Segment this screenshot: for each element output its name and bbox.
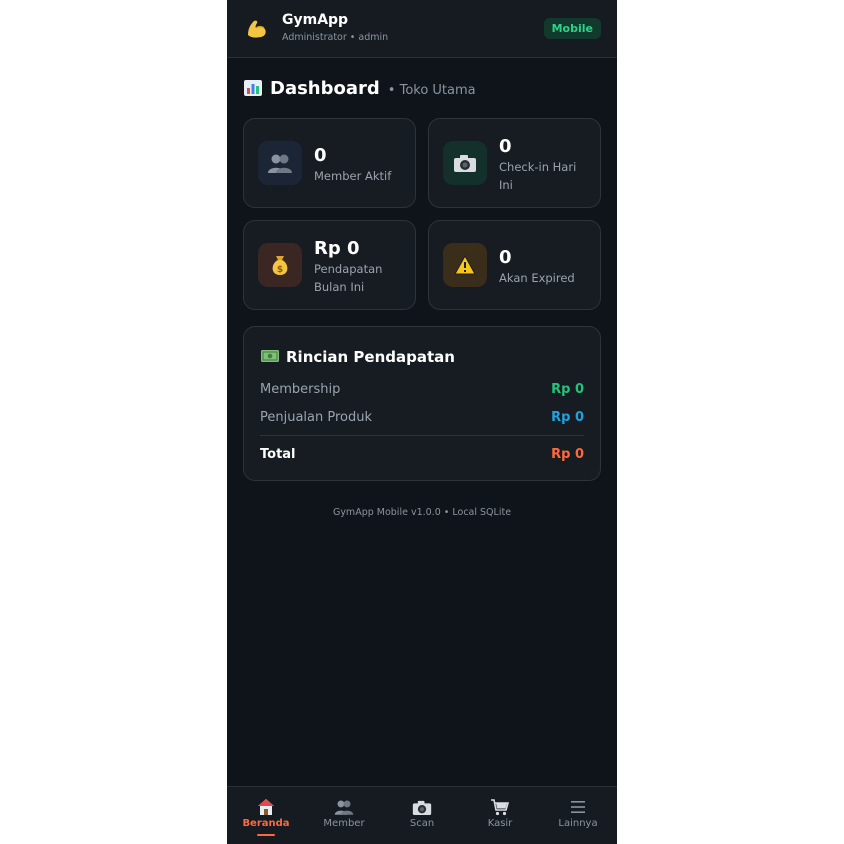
nav-item-scan[interactable]: Scan	[383, 787, 461, 844]
nav-item-beranda[interactable]: Beranda	[227, 787, 305, 844]
camera-icon	[443, 141, 487, 185]
flexed-biceps-icon	[243, 15, 271, 43]
stat-label: Check-in Hari Ini	[499, 160, 577, 192]
active-indicator	[257, 834, 275, 836]
menu-icon	[570, 797, 586, 817]
income-row-label: Penjualan Produk	[260, 410, 373, 425]
income-row-value: Rp 0	[551, 382, 584, 397]
page-title: Dashboard • Toko Utama	[244, 78, 476, 99]
income-row-produk: Penjualan Produk Rp 0	[260, 410, 584, 425]
app-screen: GymApp Administrator • admin Mobile Dash…	[227, 0, 617, 844]
warning-icon	[443, 243, 487, 287]
stat-value: Rp 0	[314, 238, 360, 259]
stat-label: Akan Expired	[499, 271, 575, 285]
bar-chart-icon	[244, 80, 262, 96]
bottom-nav: Beranda Member Scan Kasir Lainnya	[227, 786, 617, 844]
income-total-label: Total	[260, 447, 296, 462]
nav-item-kasir[interactable]: Kasir	[461, 787, 539, 844]
user-role: Administrator • admin	[282, 32, 389, 43]
app-version: GymApp Mobile v1.0.0 • Local SQLite	[332, 507, 512, 518]
income-row-membership: Membership Rp 0	[260, 382, 584, 397]
stat-card-akan-expired[interactable]: 0 Akan Expired	[428, 220, 601, 310]
members-icon	[258, 141, 302, 185]
income-breakdown-card: Rincian Pendapatan Membership Rp 0 Penju…	[243, 326, 601, 481]
banknote-icon	[261, 347, 279, 366]
nav-item-member[interactable]: Member	[305, 787, 383, 844]
income-total-value: Rp 0	[551, 447, 584, 462]
money-bag-icon: $	[258, 243, 302, 287]
nav-label: Scan	[409, 818, 435, 829]
mode-badge: Mobile	[543, 18, 601, 39]
nav-label: Lainnya	[558, 818, 598, 829]
camera-icon	[412, 797, 432, 817]
home-icon	[257, 797, 275, 817]
stat-card-member-aktif[interactable]: 0 Member Aktif	[243, 118, 416, 208]
stat-label: Member Aktif	[314, 169, 392, 183]
divider	[260, 435, 584, 436]
nav-label: Kasir	[487, 818, 513, 829]
stat-label: Pendapatan Bulan Ini	[314, 262, 383, 294]
income-row-label: Membership	[260, 382, 341, 397]
svg-text:$: $	[277, 265, 283, 275]
income-breakdown-title: Rincian Pendapatan	[261, 347, 455, 366]
stat-value: 0	[499, 247, 512, 268]
cart-icon	[490, 797, 510, 817]
app-title: GymApp	[282, 12, 349, 28]
app-header: GymApp Administrator • admin Mobile	[227, 0, 617, 58]
nav-item-lainnya[interactable]: Lainnya	[539, 787, 617, 844]
dashboard-heading: Dashboard	[270, 78, 380, 99]
nav-label: Member	[323, 818, 365, 829]
income-title-text: Rincian Pendapatan	[286, 347, 455, 366]
stat-card-checkin[interactable]: 0 Check-in Hari Ini	[428, 118, 601, 208]
income-row-value: Rp 0	[551, 410, 584, 425]
store-name: • Toko Utama	[387, 83, 476, 98]
members-icon	[334, 797, 354, 817]
stat-value: 0	[499, 136, 512, 157]
stat-value: 0	[314, 145, 327, 166]
income-row-total: Total Rp 0	[260, 447, 584, 462]
nav-label: Beranda	[242, 818, 290, 829]
stat-card-pendapatan[interactable]: $ Rp 0 Pendapatan Bulan Ini	[243, 220, 416, 310]
